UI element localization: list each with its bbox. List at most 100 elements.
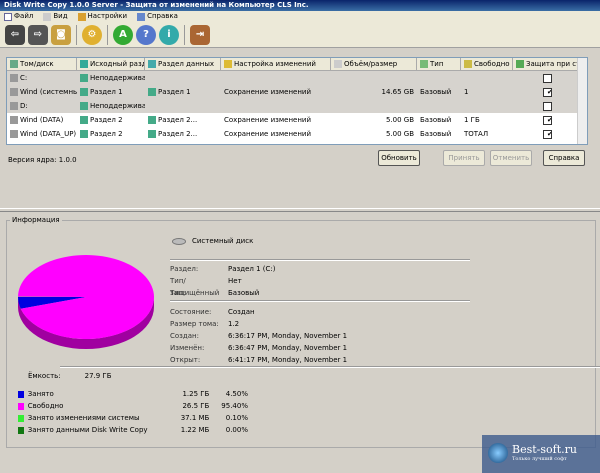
protect-checkbox[interactable] xyxy=(543,73,552,83)
table-cell: Раздел 2... xyxy=(145,113,221,127)
menu-bar: Файл Вид Настройки Справка xyxy=(0,11,600,22)
column-icon xyxy=(464,60,472,68)
volume-icon xyxy=(10,88,18,96)
usage-pie-chart xyxy=(18,255,155,349)
splitter[interactable] xyxy=(0,208,600,212)
column-header[interactable]: Том/диск xyxy=(7,58,77,70)
column-icon xyxy=(420,60,428,68)
table-row[interactable]: Wind (системный)Раздел 1Раздел 1Сохранен… xyxy=(7,85,587,99)
list-header: Том/дискИсходный разделРаздел данныхНаст… xyxy=(7,58,587,71)
info-group-label: Информация xyxy=(10,216,62,224)
table-cell xyxy=(331,71,417,85)
table-cell: Сохранение изменений xyxy=(224,130,312,138)
column-header[interactable]: Настройка изменений xyxy=(221,58,331,70)
volume-icon xyxy=(80,74,88,82)
table-cell: Неподдерживаемый xyxy=(77,99,145,113)
table-cell: 5.00 GB xyxy=(385,130,414,138)
table-cell: D: xyxy=(7,99,77,113)
table-cell: Сохранение изменений xyxy=(224,88,312,96)
table-row[interactable]: D:Неподдерживаемый xyxy=(7,99,587,113)
forward-icon[interactable]: ⇨ xyxy=(28,24,48,45)
refresh-button[interactable]: Обновить xyxy=(378,150,420,166)
settings-icon[interactable]: ⚙ xyxy=(82,24,102,45)
info-icon[interactable]: i xyxy=(159,24,179,45)
table-cell: Базовый xyxy=(420,116,452,124)
help-button[interactable]: Справка xyxy=(543,150,585,166)
table-cell: C: xyxy=(7,71,77,85)
legend-item: Занято изменениями системы 37.1 МБ 0.10% xyxy=(18,413,248,424)
legend-item: Занято 1.25 ГБ 4.50% xyxy=(18,389,248,400)
table-cell xyxy=(221,71,331,85)
table-cell: Раздел 2... xyxy=(145,127,221,141)
table-cell: Wind (системный) xyxy=(7,85,77,99)
detail-row: Раздел: Раздел 1 (C:) xyxy=(170,265,276,273)
exit-icon[interactable]: ⇥ xyxy=(190,24,210,45)
table-cell: Базовый xyxy=(420,130,452,138)
volume-icon xyxy=(148,88,156,96)
column-icon xyxy=(334,60,342,68)
table-cell: 1 ГБ xyxy=(464,116,480,124)
table-cell: Раздел 1 xyxy=(145,85,221,99)
legend-swatch xyxy=(18,391,24,398)
table-cell xyxy=(417,99,461,113)
column-header[interactable]: Свободно xyxy=(461,58,513,70)
table-cell: Сохранение изменений xyxy=(224,116,312,124)
table-row[interactable]: Wind (DATA_UP) Раздел 2 Раздел 2... Сохране… xyxy=(7,127,587,141)
list-scrollbar[interactable] xyxy=(577,58,587,144)
help-icon[interactable]: ? xyxy=(136,24,156,45)
table-cell: 1 xyxy=(464,88,469,96)
column-header[interactable]: Раздел данных xyxy=(145,58,221,70)
volume-icon xyxy=(148,130,156,138)
protect-checkbox[interactable] xyxy=(543,101,552,111)
apply-button[interactable]: Принять xyxy=(443,150,485,166)
volume-list[interactable]: Том/дискИсходный разделРаздел данныхНаст… xyxy=(6,57,588,145)
title-bar: Disk Write Copy 1.0.0 Server - Защита от… xyxy=(0,0,600,11)
legend-swatch xyxy=(18,415,24,422)
table-cell xyxy=(461,71,513,85)
volume-icon xyxy=(80,130,88,138)
table-cell xyxy=(331,99,417,113)
volume-icon xyxy=(148,116,156,124)
apply-icon[interactable]: A xyxy=(113,24,133,45)
watermark: Best-soft.ru Только лучший софт xyxy=(482,435,600,473)
back-icon[interactable]: ⇦ xyxy=(5,24,25,45)
table-cell: ✔ xyxy=(513,113,579,127)
table-cell: ✔ xyxy=(513,127,579,141)
table-cell: Неподдерживаемый xyxy=(77,71,145,85)
volume-icon xyxy=(80,116,88,124)
disk-icon[interactable]: ◙ xyxy=(51,24,71,45)
protect-checkbox[interactable]: ✔ xyxy=(543,115,552,125)
disk-icon xyxy=(172,237,186,245)
table-cell: Раздел 1 xyxy=(77,85,145,99)
legend-item: Занято данными Disk Write Copy 1.22 МБ 0.0… xyxy=(18,425,248,436)
table-row[interactable]: Wind (DATA) Раздел 2 Раздел 2... Сохранение… xyxy=(7,113,587,127)
column-icon xyxy=(10,60,18,68)
detail-row: Открыт: 6:41:17 PM, Monday, November 1 xyxy=(170,356,348,364)
table-cell: ✔ xyxy=(513,85,579,99)
table-cell: Раздел 2 xyxy=(77,127,145,141)
column-icon xyxy=(224,60,232,68)
column-header[interactable]: Объём/размер xyxy=(331,58,417,70)
protect-checkbox[interactable]: ✔ xyxy=(543,87,552,97)
column-header[interactable]: Исходный раздел xyxy=(77,58,145,70)
table-row[interactable]: C:Неподдерживаемый xyxy=(7,71,587,85)
menu-file[interactable]: Файл xyxy=(4,11,33,22)
detail-row: Состояние: Создан xyxy=(170,308,255,316)
table-cell: Раздел 2 xyxy=(77,113,145,127)
detail-row: Тип: Базовый xyxy=(170,289,260,297)
volume-icon xyxy=(80,102,88,110)
protect-checkbox[interactable]: ✔ xyxy=(543,129,552,139)
column-header[interactable]: Тип xyxy=(417,58,461,70)
volume-icon xyxy=(10,102,18,110)
capacity: Ёмкость: 27.9 ГБ xyxy=(28,372,112,380)
column-header[interactable]: Защита при старте xyxy=(513,58,579,70)
detail-row: Создан: 6:36:17 PM, Monday, November 1 xyxy=(170,332,348,340)
menu-settings[interactable]: Настройки xyxy=(77,11,127,22)
menu-help[interactable]: Справка xyxy=(137,11,178,22)
table-cell xyxy=(417,71,461,85)
volume-icon xyxy=(10,116,18,124)
menu-view[interactable]: Вид xyxy=(43,11,68,22)
volume-icon xyxy=(10,74,18,82)
cancel-button[interactable]: Отменить xyxy=(490,150,532,166)
disk-header: Системный диск xyxy=(172,237,253,245)
